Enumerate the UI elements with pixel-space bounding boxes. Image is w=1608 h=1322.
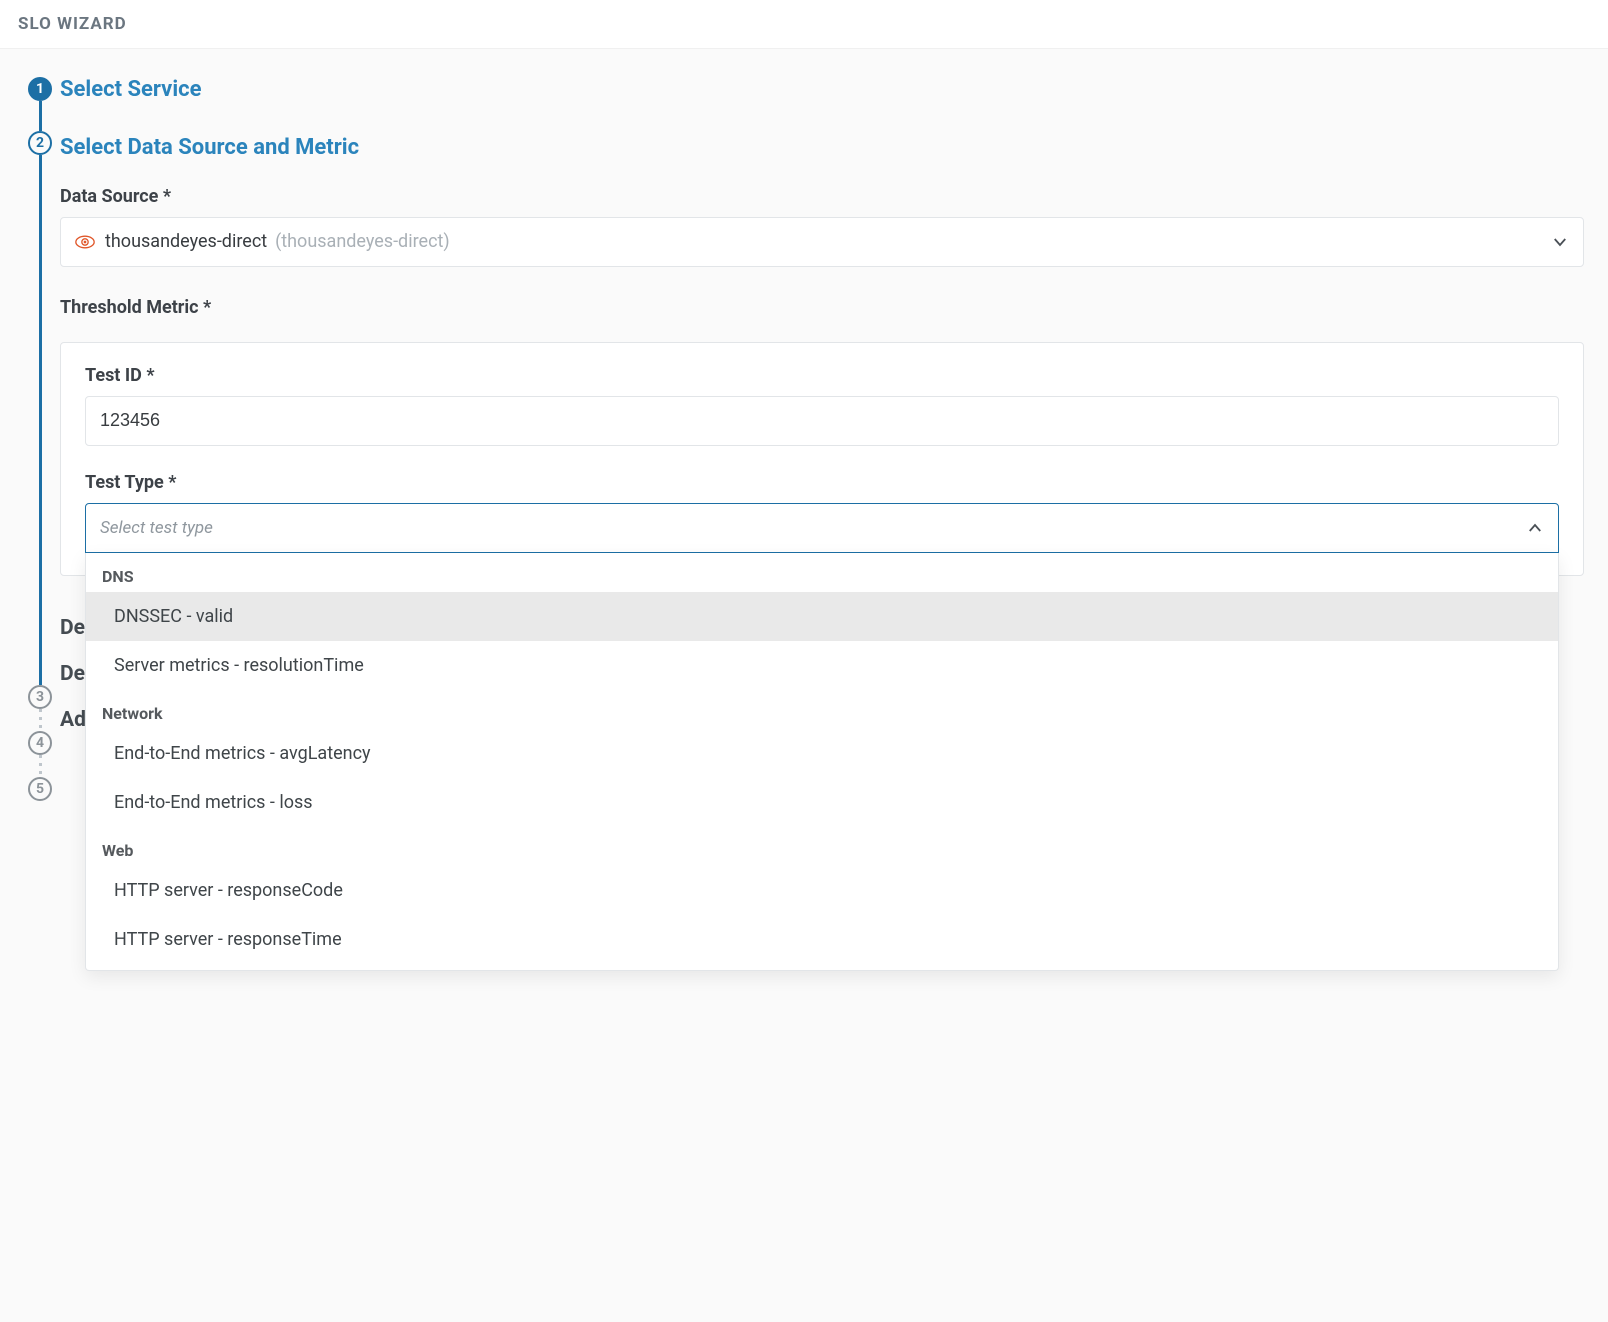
connector-4-5: [39, 755, 42, 777]
threshold-metric-box: Test ID Test Type Select test type DNS D…: [60, 342, 1584, 576]
stepper: 1 2 3 4 5: [20, 77, 60, 801]
dd-item-e2e-loss[interactable]: End-to-End metrics - loss: [86, 778, 1558, 827]
test-type-dropdown-wrap: Select test type DNS DNSSEC - valid Serv…: [85, 503, 1559, 553]
test-id-label: Test ID: [85, 365, 1559, 386]
dd-item-http-responsecode[interactable]: HTTP server - responseCode: [86, 866, 1558, 915]
wizard-content: Select Service Select Data Source and Me…: [60, 77, 1608, 801]
threshold-metric-label: Threshold Metric: [60, 297, 1584, 318]
data-source-label: Data Source: [60, 186, 1584, 207]
wizard-container: 1 2 3 4 5 Select Service Select Data Sou…: [0, 49, 1608, 801]
data-source-hint: (thousandeyes-direct): [275, 231, 450, 252]
dd-item-server-resolutiontime[interactable]: Server metrics - resolutionTime: [86, 641, 1558, 690]
dd-group-network: Network: [86, 690, 1558, 729]
test-type-placeholder: Select test type: [100, 518, 213, 538]
test-type-dropdown-menu: DNS DNSSEC - valid Server metrics - reso…: [85, 553, 1559, 971]
step-3-circle[interactable]: 3: [28, 685, 52, 709]
thousandeyes-icon: [75, 235, 95, 249]
dd-item-e2e-avglatency[interactable]: End-to-End metrics - avgLatency: [86, 729, 1558, 778]
connector-2-3: [39, 155, 42, 685]
test-type-select[interactable]: Select test type: [85, 503, 1559, 553]
step-1-title[interactable]: Select Service: [60, 77, 1584, 103]
test-type-label: Test Type: [85, 472, 1559, 493]
data-source-select[interactable]: thousandeyes-direct (thousandeyes-direct…: [60, 217, 1584, 267]
dd-group-dns: DNS: [86, 553, 1558, 592]
step-4-circle[interactable]: 4: [28, 731, 52, 755]
data-source-name: thousandeyes-direct: [105, 231, 267, 252]
test-id-input[interactable]: [85, 396, 1559, 446]
dd-item-dnssec-valid[interactable]: DNSSEC - valid: [86, 592, 1558, 641]
connector-3-4: [39, 709, 42, 731]
step-2-title: Select Data Source and Metric: [60, 135, 1584, 161]
connector-1-2: [39, 101, 42, 131]
step-1-circle[interactable]: 1: [28, 77, 52, 101]
page-header: SLO WIZARD: [0, 0, 1608, 49]
step-2-circle[interactable]: 2: [28, 131, 52, 155]
dd-item-http-responsetime[interactable]: HTTP server - responseTime: [86, 915, 1558, 964]
step-5-circle[interactable]: 5: [28, 777, 52, 801]
dd-group-web: Web: [86, 827, 1558, 866]
chevron-down-icon: [1551, 233, 1569, 251]
chevron-up-icon: [1526, 519, 1544, 537]
